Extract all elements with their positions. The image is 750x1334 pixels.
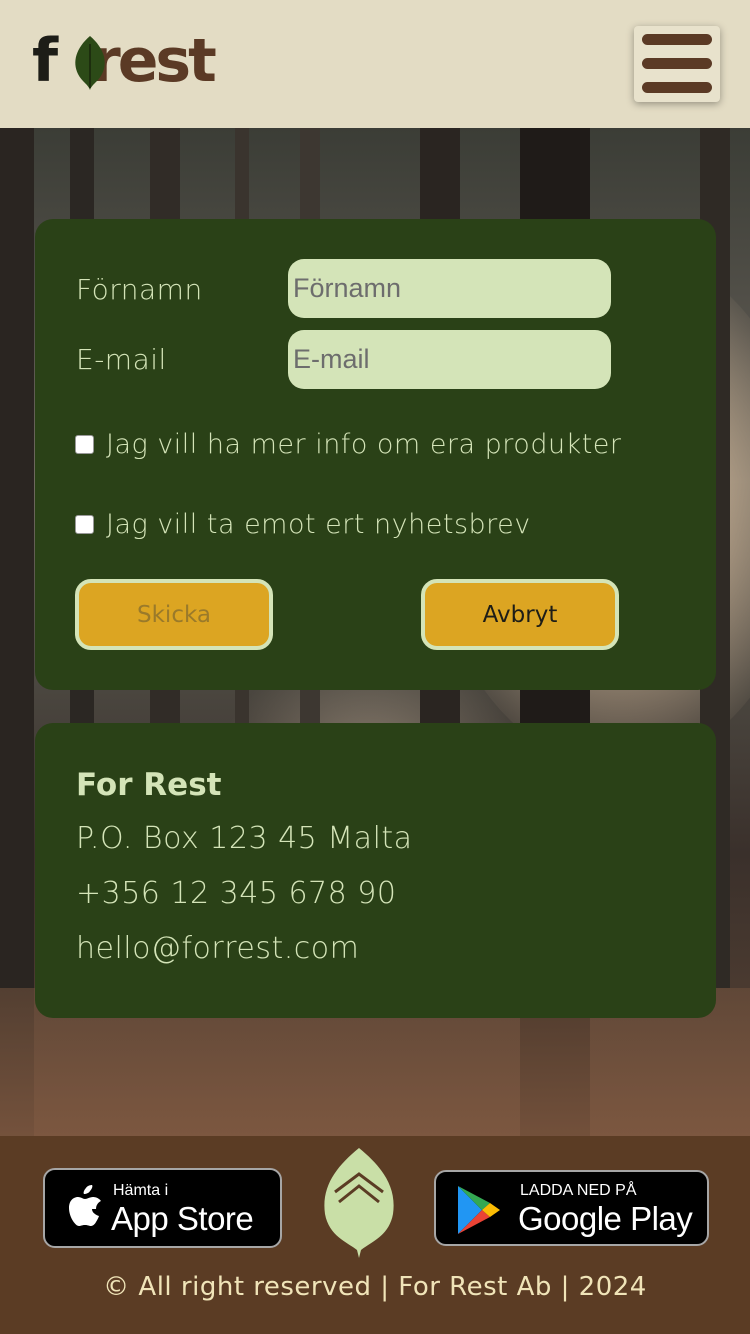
postal-address: P.O. Box 123 45 Malta	[76, 821, 413, 856]
newsletter-checkbox-label: Jag vill ta emot ert nyhetsbrev	[106, 509, 531, 540]
leaf-icon	[324, 1148, 394, 1258]
firstname-label: Förnamn	[76, 273, 203, 306]
firstname-input[interactable]	[288, 259, 611, 318]
google-play-icon	[458, 1186, 500, 1234]
logo-wordmark: f rest	[32, 26, 217, 96]
info-checkbox-label: Jag vill ha mer info om era produkter	[106, 429, 622, 460]
app-store-big-text: App Store	[111, 1200, 254, 1237]
copyright-text: © All right reserved | For Rest Ab | 202…	[103, 1272, 647, 1302]
app-store-badge[interactable]: Hämta i App Store	[43, 1168, 282, 1248]
leaf-icon	[75, 36, 105, 90]
site-header: f rest	[0, 0, 750, 128]
phone-number[interactable]: +356 12 345 678 90	[76, 876, 396, 911]
hamburger-menu-icon[interactable]	[634, 26, 720, 102]
info-checkbox[interactable]	[75, 435, 94, 454]
cancel-button[interactable]: Avbryt	[421, 579, 619, 650]
email-label: E-mail	[76, 343, 167, 376]
google-play-big-text: Google Play	[518, 1200, 693, 1237]
app-store-small-text: Hämta i	[113, 1182, 169, 1199]
email-link[interactable]: hello@forrest.com	[76, 931, 359, 966]
contact-info-card: For Rest P.O. Box 123 45 Malta +356 12 3…	[35, 723, 716, 1018]
newsletter-checkbox[interactable]	[75, 515, 94, 534]
newsletter-checkbox-row[interactable]: Jag vill ta emot ert nyhetsbrev	[75, 509, 531, 540]
apple-icon	[69, 1185, 101, 1226]
google-play-badge[interactable]: LADDA NED PÅ Google Play	[434, 1170, 709, 1246]
contact-form-card: Förnamn E-mail Jag vill ha mer info om e…	[35, 219, 716, 690]
forrest-logo[interactable]: f rest	[32, 26, 237, 98]
google-play-small-text: LADDA NED PÅ	[520, 1182, 637, 1199]
info-checkbox-row[interactable]: Jag vill ha mer info om era produkter	[75, 429, 622, 460]
email-input[interactable]	[288, 330, 611, 389]
company-name: For Rest	[76, 767, 222, 803]
submit-button[interactable]: Skicka	[75, 579, 273, 650]
site-footer: Hämta i App Store LADDA NED PÅ Google Pl…	[0, 1136, 750, 1334]
